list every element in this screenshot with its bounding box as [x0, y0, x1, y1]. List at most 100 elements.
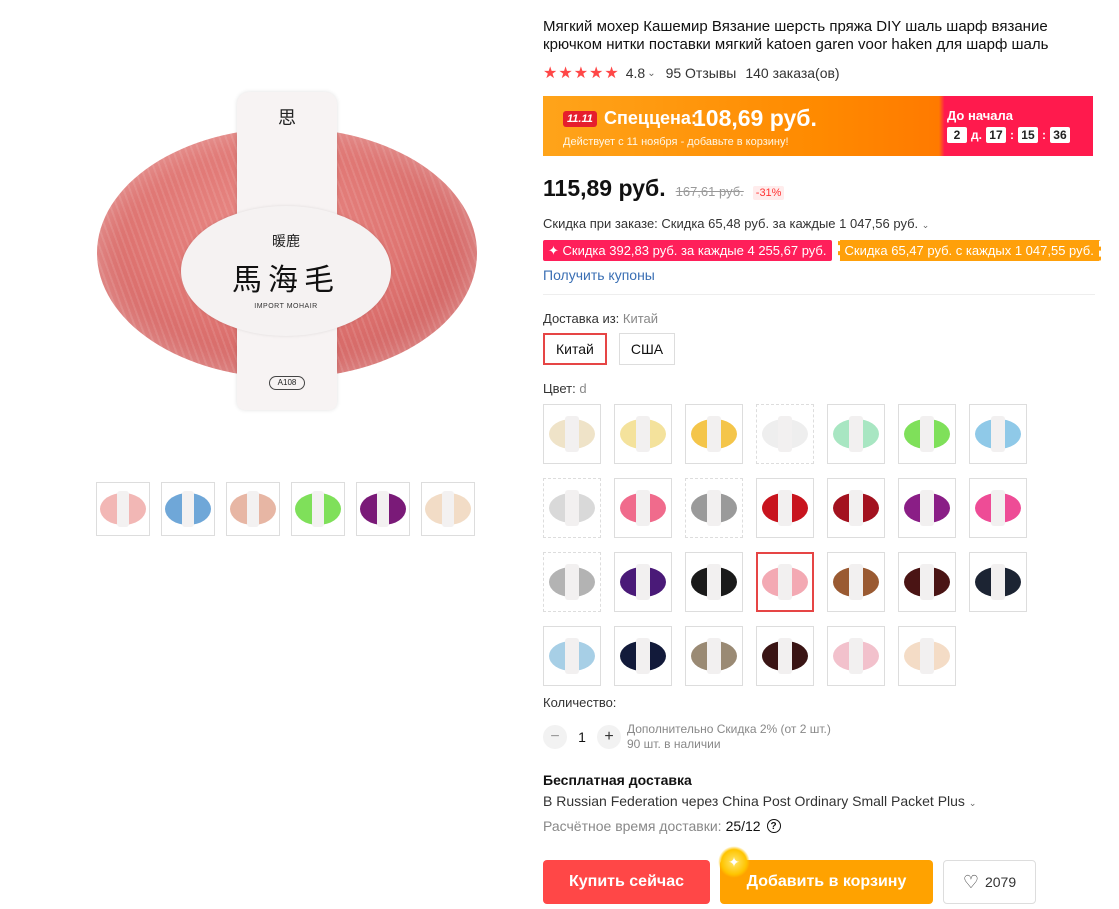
- countdown-label: До начала: [947, 108, 1013, 123]
- color-swatch-4[interactable]: [756, 404, 814, 464]
- thumbnail-5[interactable]: [356, 482, 410, 536]
- yarn-label: 暖鹿 馬海毛 IMPORT MOHAIR: [181, 205, 391, 336]
- color-swatch-11[interactable]: [756, 478, 814, 538]
- color-swatch-7[interactable]: [969, 404, 1027, 464]
- color-swatch-9[interactable]: [614, 478, 672, 538]
- chevron-down-icon: ⌄: [921, 220, 930, 230]
- swatch-image: [762, 638, 808, 674]
- rating-row: ★★★★★ 4.8 ⌄ 95 Отзывы 140 заказа(ов): [543, 63, 840, 83]
- swatch-image: [975, 564, 1021, 600]
- thumbnail-image: [425, 491, 471, 527]
- delivery-time: Расчётное время доставки: 25/12 ?: [543, 818, 781, 834]
- color-swatch-15[interactable]: [543, 552, 601, 612]
- thumbnail-3[interactable]: [226, 482, 280, 536]
- color-swatch-8[interactable]: [543, 478, 601, 538]
- ship-from-option-usa[interactable]: США: [618, 333, 676, 365]
- countdown-hours: 17: [985, 127, 1006, 143]
- thumbnail-image: [100, 491, 146, 527]
- order-discount[interactable]: Скидка при заказе: Скидка 65,48 руб. за …: [543, 216, 929, 231]
- order-discount-text: Скидка при заказе: Скидка 65,48 руб. за …: [543, 216, 919, 231]
- color-swatch-2[interactable]: [614, 404, 672, 464]
- swatch-image: [762, 564, 808, 600]
- color-label-text: Цвет:: [543, 381, 576, 396]
- swatch-image: [762, 416, 808, 452]
- swatch-image: [620, 490, 666, 526]
- rating-score[interactable]: 4.8: [626, 65, 645, 81]
- wishlist-button[interactable]: ♡ 2079: [943, 860, 1036, 904]
- swatch-image: [762, 490, 808, 526]
- chevron-down-icon: ⌄: [968, 798, 977, 808]
- color-swatch-19[interactable]: [827, 552, 885, 612]
- countdown-days: 2: [947, 127, 967, 143]
- buy-now-button[interactable]: Купить сейчас: [543, 860, 710, 904]
- thumbnail-6[interactable]: [421, 482, 475, 536]
- swatch-image: [691, 490, 737, 526]
- color-swatch-25[interactable]: [756, 626, 814, 686]
- swatch-image: [620, 416, 666, 452]
- free-shipping-title: Бесплатная доставка: [543, 772, 692, 788]
- color-swatch-17[interactable]: [685, 552, 743, 612]
- color-swatch-16[interactable]: [614, 552, 672, 612]
- countdown-minutes: 15: [1017, 127, 1038, 143]
- swatch-image: [904, 638, 950, 674]
- promo-tag: 11.11: [563, 111, 597, 127]
- quantity-input[interactable]: 1: [567, 729, 597, 745]
- quantity-plus-button[interactable]: +: [597, 725, 621, 749]
- price-row: 115,89 руб. 167,61 руб. -31%: [543, 175, 785, 202]
- color-swatch-23[interactable]: [614, 626, 672, 686]
- delivery-time-value: 25/12: [725, 818, 761, 834]
- add-to-cart-label: Добавить в корзину: [746, 873, 907, 890]
- thumbnail-image: [360, 491, 406, 527]
- thumbnail-1[interactable]: [96, 482, 150, 536]
- color-swatch-20[interactable]: [898, 552, 956, 612]
- color-swatch-14[interactable]: [969, 478, 1027, 538]
- quantity-minus-button[interactable]: −: [543, 725, 567, 749]
- color-label: Цвет: d: [543, 381, 587, 396]
- ship-from-option-china[interactable]: Китай: [543, 333, 607, 365]
- shipping-method[interactable]: В Russian Federation через China Post Or…: [543, 793, 976, 809]
- color-swatch-26[interactable]: [827, 626, 885, 686]
- promo-price: 108,69 руб.: [693, 105, 817, 131]
- label-main-text: 馬海毛: [232, 263, 340, 298]
- main-product-image[interactable]: 思 暖鹿 馬海毛 IMPORT MOHAIR A108: [91, 91, 483, 410]
- countdown-seconds: 36: [1049, 127, 1070, 143]
- thumbnail-image: [230, 491, 276, 527]
- ship-from-label: Доставка из: Китай: [543, 311, 658, 326]
- color-swatch-5[interactable]: [827, 404, 885, 464]
- swatch-image: [904, 564, 950, 600]
- color-swatch-10[interactable]: [685, 478, 743, 538]
- color-swatch-21[interactable]: [969, 552, 1027, 612]
- add-to-cart-button[interactable]: ✦ Добавить в корзину: [718, 846, 933, 904]
- label-emblem: 思: [278, 107, 296, 129]
- color-swatch-13[interactable]: [898, 478, 956, 538]
- swatch-image: [691, 638, 737, 674]
- current-price: 115,89 руб.: [543, 175, 666, 201]
- reviews-link[interactable]: 95 Отзывы: [666, 65, 737, 81]
- label-code: A108: [269, 375, 305, 390]
- divider: [543, 294, 1095, 295]
- swatch-image: [549, 490, 595, 526]
- color-swatch-27[interactable]: [898, 626, 956, 686]
- color-swatch-22[interactable]: [543, 626, 601, 686]
- coupon-store[interactable]: ✦ Скидка 392,83 руб. за каждые 4 255,67 …: [543, 240, 832, 261]
- swatch-image: [549, 416, 595, 452]
- color-swatch-18[interactable]: [756, 552, 814, 612]
- get-coupons-link[interactable]: Получить купоны: [543, 267, 655, 283]
- color-swatch-24[interactable]: [685, 626, 743, 686]
- thumbnail-4[interactable]: [291, 482, 345, 536]
- promo-note: Действует с 11 ноября - добавьте в корзи…: [563, 136, 789, 148]
- thumbnail-2[interactable]: [161, 482, 215, 536]
- color-swatch-6[interactable]: [898, 404, 956, 464]
- swatch-image: [691, 416, 737, 452]
- sparkle-icon: ✦: [718, 846, 750, 878]
- thumbnail-strip: [96, 482, 475, 536]
- swatch-image: [904, 490, 950, 526]
- thumbnail-image: [165, 491, 211, 527]
- color-swatch-3[interactable]: [685, 404, 743, 464]
- color-swatch-1[interactable]: [543, 404, 601, 464]
- chevron-down-icon[interactable]: ⌄: [647, 68, 655, 79]
- color-swatch-12[interactable]: [827, 478, 885, 538]
- help-icon[interactable]: ?: [766, 819, 781, 833]
- coupon-seller[interactable]: Скидка 65,47 руб. с каждых 1 047,55 руб.: [837, 240, 1101, 261]
- ship-from-options: Китай США: [543, 333, 676, 365]
